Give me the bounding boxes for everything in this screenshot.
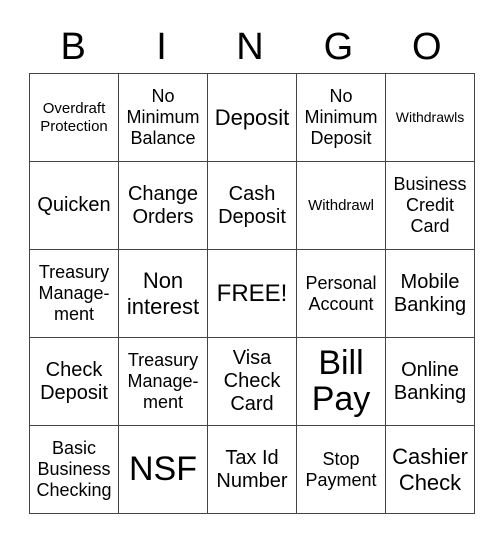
bingo-cell[interactable]: Tax Id Number: [207, 425, 297, 514]
cell-label: No Minimum Deposit: [304, 86, 378, 148]
cell-label: Change Orders: [127, 182, 199, 228]
cell-label: Cash Deposit: [218, 182, 286, 228]
cell-label: Visa Check Card: [223, 347, 281, 415]
grid-row: Check Deposit Treasury Manage- ment Visa…: [29, 337, 475, 426]
bingo-cell[interactable]: Withdrawls: [385, 73, 475, 162]
bingo-cell[interactable]: Quicken: [29, 161, 119, 250]
grid-row: Treasury Manage- ment Non interest FREE!…: [29, 249, 475, 338]
cell-label: Withdrawls: [395, 109, 465, 126]
bingo-cell[interactable]: Bill Pay: [296, 337, 386, 426]
bingo-cell[interactable]: Stop Payment: [296, 425, 386, 514]
cell-label: FREE!: [216, 279, 288, 307]
cell-label: Check Deposit: [40, 358, 108, 404]
free-space-cell[interactable]: FREE!: [207, 249, 297, 338]
bingo-cell[interactable]: Non interest: [118, 249, 208, 338]
header-letter-b: B: [60, 26, 86, 68]
cell-label: Basic Business Checking: [36, 438, 112, 500]
bingo-cell[interactable]: Treasury Manage- ment: [29, 249, 119, 338]
grid-row: Basic Business Checking NSF Tax Id Numbe…: [29, 425, 475, 514]
cell-label: Overdraft Protection: [40, 100, 108, 135]
bingo-cell[interactable]: Personal Account: [296, 249, 386, 338]
bingo-cell[interactable]: Change Orders: [118, 161, 208, 250]
bingo-cell[interactable]: NSF: [118, 425, 208, 514]
cell-label: Online Banking: [393, 358, 467, 404]
bingo-cell[interactable]: No Minimum Deposit: [296, 73, 386, 162]
cell-label: Deposit: [214, 104, 290, 130]
bingo-cell[interactable]: Check Deposit: [29, 337, 119, 426]
cell-label: Bill Pay: [311, 343, 371, 418]
cell-label: Tax Id Number: [216, 446, 288, 492]
bingo-grid: Overdraft Protection No Minimum Balance …: [29, 73, 475, 514]
bingo-cell[interactable]: No Minimum Balance: [118, 73, 208, 162]
cell-label: Personal Account: [305, 272, 377, 314]
grid-row: Quicken Change Orders Cash Deposit Withd…: [29, 161, 475, 250]
header-letter-n: N: [236, 26, 264, 68]
bingo-cell[interactable]: Basic Business Checking: [29, 425, 119, 514]
cell-label: Treasury Manage- ment: [127, 350, 199, 412]
cell-label: Business Credit Card: [393, 174, 467, 236]
cell-label: Cashier Check: [392, 444, 468, 495]
cell-label: Non interest: [126, 268, 200, 319]
cell-label: Quicken: [37, 194, 111, 216]
cell-label: Treasury Manage- ment: [38, 262, 110, 324]
grid-row: Overdraft Protection No Minimum Balance …: [29, 73, 475, 162]
bingo-cell[interactable]: Withdrawl: [296, 161, 386, 250]
cell-label: NSF: [129, 449, 197, 488]
bingo-cell[interactable]: Overdraft Protection: [29, 73, 119, 162]
header-letter-i: I: [156, 26, 167, 68]
bingo-cell[interactable]: Cashier Check: [385, 425, 475, 514]
bingo-cell[interactable]: Deposit: [207, 73, 297, 162]
bingo-cell[interactable]: Visa Check Card: [207, 337, 297, 426]
cell-label: Mobile Banking: [393, 270, 467, 316]
cell-label: Withdrawl: [308, 196, 374, 214]
header-letter-o: O: [411, 26, 442, 68]
bingo-cell[interactable]: Treasury Manage- ment: [118, 337, 208, 426]
bingo-cell[interactable]: Cash Deposit: [207, 161, 297, 250]
cell-label: Stop Payment: [305, 448, 377, 490]
header-letter-g: G: [323, 26, 354, 68]
bingo-cell[interactable]: Online Banking: [385, 337, 475, 426]
cell-label: No Minimum Balance: [126, 86, 200, 148]
bingo-header: B I N G O: [29, 22, 471, 72]
bingo-cell[interactable]: Mobile Banking: [385, 249, 475, 338]
bingo-cell[interactable]: Business Credit Card: [385, 161, 475, 250]
